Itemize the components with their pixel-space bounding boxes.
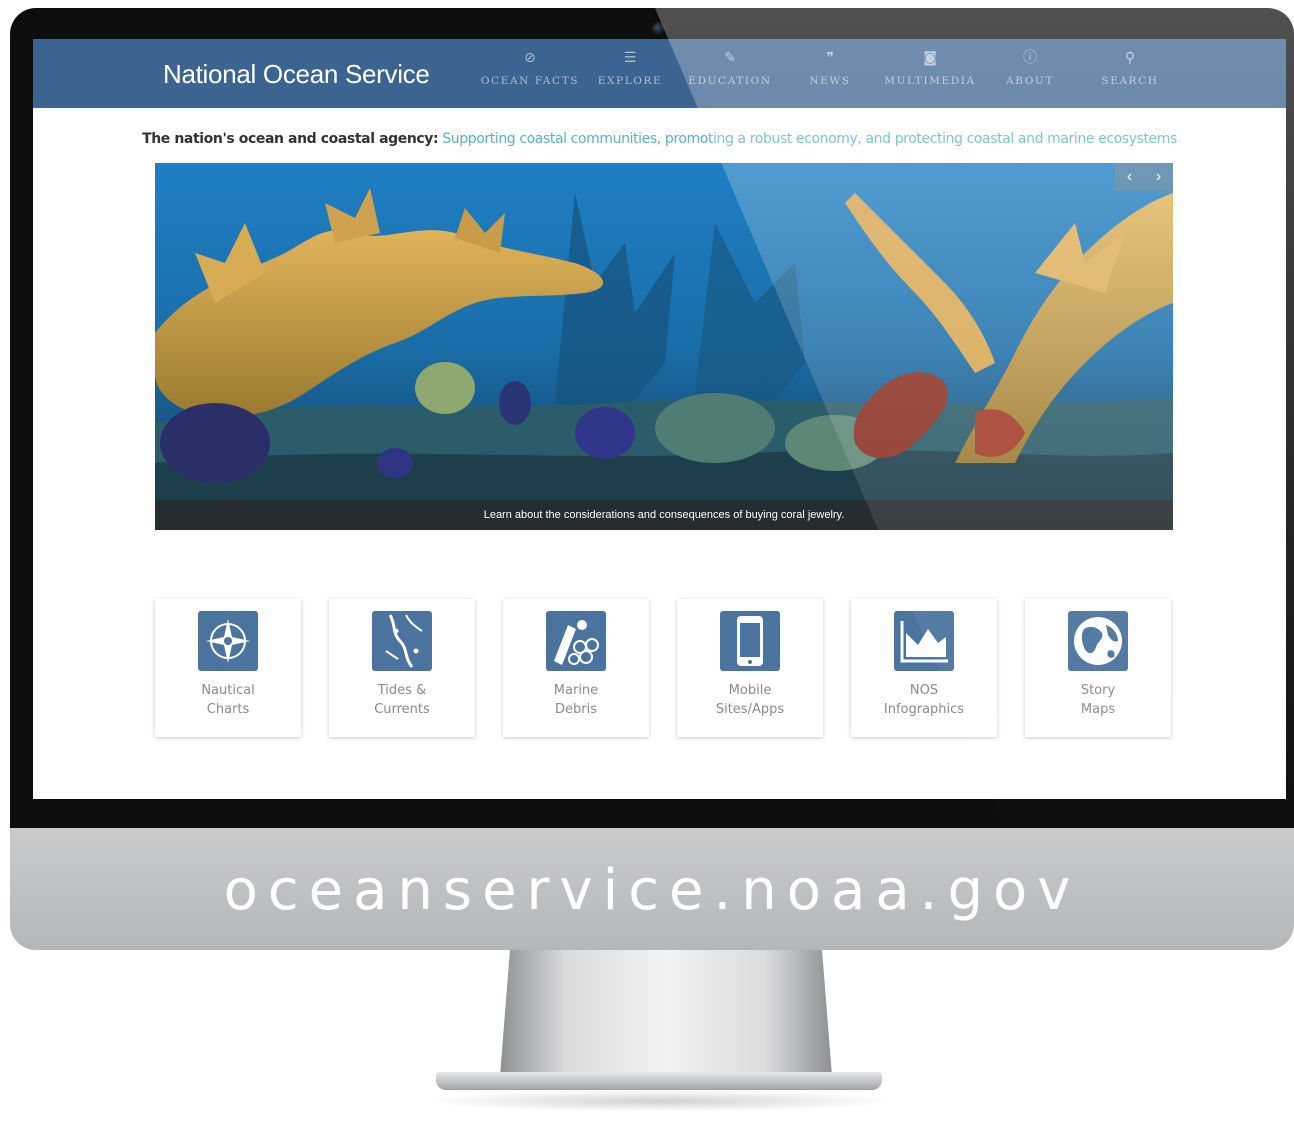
tile-label-line1: Story [1080,683,1116,698]
tile-mobile-sites-apps[interactable]: Mobile Sites/Apps [677,599,823,737]
debris-icon [546,611,606,671]
search-icon: ⚲ [1124,50,1136,66]
tile-label-line1: NOS [909,683,939,698]
tide-map-icon [372,611,432,671]
tile-label-line1: Nautical [201,683,255,698]
coral-reef-photo [155,163,1173,530]
tile-label: Mobile Sites/Apps [677,681,823,719]
tile-label-line2: Debris [555,702,597,717]
nav-search[interactable]: ⚲ SEARCH [1080,49,1180,99]
nav-education[interactable]: ✎ EDUCATION [680,49,780,99]
area-chart-icon [894,611,954,671]
tile-story-maps[interactable]: Story Maps [1025,599,1171,737]
hero-caption[interactable]: Learn about the considerations and conse… [155,500,1173,530]
monitor-stand-base [436,1072,882,1090]
webcam [652,22,666,36]
nav-label: SEARCH [1101,75,1159,87]
mobile-phone-icon [720,611,780,671]
tagline-link[interactable]: Supporting coastal communities, promotin… [442,131,1177,147]
tile-marine-debris[interactable]: Marine Debris [503,599,649,737]
nav-label: NEWS [809,75,851,87]
nav-label: EDUCATION [688,75,772,87]
navbar: National Ocean Service ⊘ OCEAN FACTS ☰ E… [33,39,1286,108]
info-icon: ⓘ [1023,50,1037,66]
nav-label: ABOUT [1006,75,1054,87]
stand-shadow [420,1090,900,1112]
tile-label-line1: Tides & [377,683,427,698]
monitor-stand-neck [500,950,832,1076]
tile-label: Tides & Currents [329,681,475,719]
tile-label: NOS Infographics [851,681,997,719]
tile-nos-infographics[interactable]: NOS Infographics [851,599,997,737]
globe-icon [1068,611,1128,671]
tile-label-line1: Mobile [728,683,772,698]
nav-multimedia[interactable]: ◙ MULTIMEDIA [880,49,980,99]
tile-label-line2: Charts [206,702,250,717]
url-caption: oceanservice.noaa.gov [223,858,1081,923]
nav-label: OCEAN FACTS [480,75,580,87]
tile-tides-currents[interactable]: Tides & Currents [329,599,475,737]
hero-carousel[interactable]: ‹ › Learn about the considerations and c… [155,163,1173,530]
tagline: The nation's ocean and coastal agency: S… [33,131,1286,147]
site-title[interactable]: National Ocean Service [163,59,430,90]
carousel-controls: ‹ › [1115,163,1173,191]
compass-icon: ⊘ [524,50,536,66]
tile-label-line2: Sites/Apps [715,702,785,717]
tile-label-line2: Maps [1080,702,1116,717]
tile-label: Story Maps [1025,681,1171,719]
nav-label: MULTIMEDIA [884,75,976,87]
monitor-chin: oceanservice.noaa.gov [10,828,1294,950]
tagline-lead: The nation's ocean and coastal agency: [142,131,439,147]
tile-label: Marine Debris [503,681,649,719]
tile-label: Nautical Charts [155,681,301,719]
pencil-icon: ✎ [724,50,736,66]
nav-explore[interactable]: ☰ EXPLORE [580,49,680,99]
browser-screen: National Ocean Service ⊘ OCEAN FACTS ☰ E… [33,39,1286,799]
tile-label-line2: Infographics [883,702,965,717]
tile-label-line2: Currents [374,702,430,717]
compass-rose-icon [198,611,258,671]
list-icon: ☰ [623,50,637,66]
nav-about[interactable]: ⓘ ABOUT [980,49,1080,99]
nav-news[interactable]: ❞ NEWS [780,49,880,99]
camera-icon: ◙ [923,50,937,66]
nav-ocean-facts[interactable]: ⊘ OCEAN FACTS [480,49,580,99]
nav-label: EXPLORE [597,75,663,87]
chevron-right-icon[interactable]: › [1156,168,1161,186]
tile-label-line1: Marine [553,683,599,698]
tile-nautical-charts[interactable]: Nautical Charts [155,599,301,737]
quote-icon: ❞ [826,50,834,66]
chevron-left-icon[interactable]: ‹ [1127,168,1132,186]
